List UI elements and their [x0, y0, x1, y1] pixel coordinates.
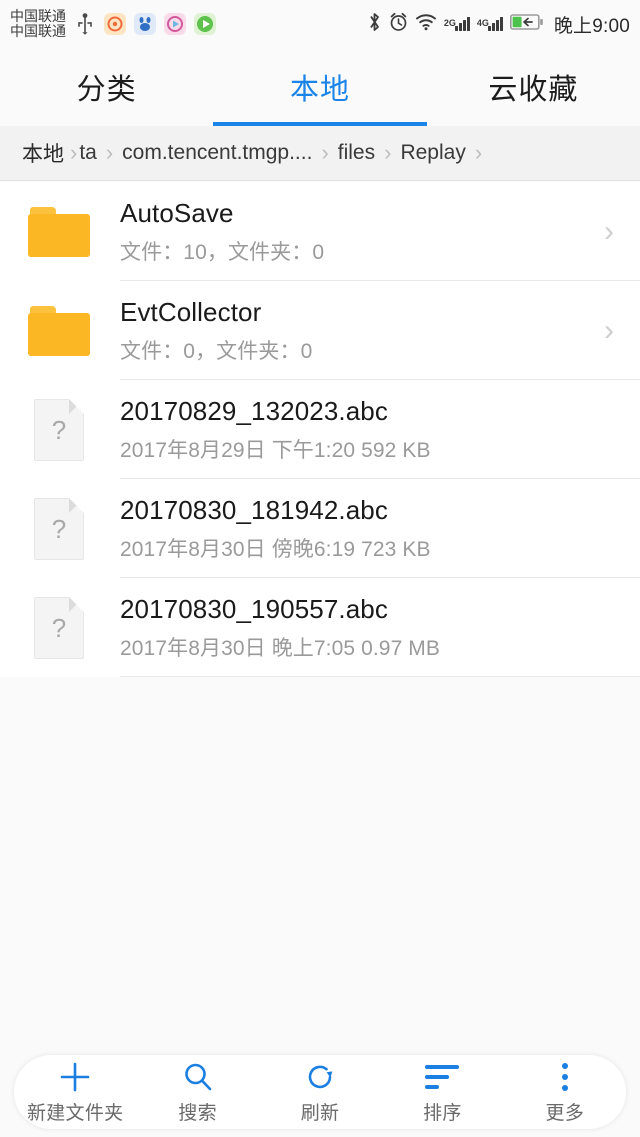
tab-local[interactable]: 本地 [213, 48, 427, 126]
sim1-network-label: 2G [443, 18, 456, 28]
item-name: 20170830_190557.abc [120, 593, 388, 624]
breadcrumb-item-4[interactable]: Replay [400, 141, 465, 165]
unknown-file-icon: ? [34, 497, 84, 560]
usb-icon [76, 13, 94, 35]
signal-sim1-icon: 2G [444, 17, 470, 31]
list-item[interactable]: ? 20170829_132023.abc 2017年8月29日 下午1:20 … [0, 380, 640, 479]
carrier-sim2: 中国联通 [10, 23, 66, 39]
chevron-right-icon[interactable]: › [604, 315, 618, 346]
item-name: 20170829_132023.abc [120, 395, 388, 426]
search-button[interactable]: 搜索 [136, 1055, 258, 1129]
folder-icon [28, 305, 90, 356]
refresh-label: 刷新 [300, 1102, 340, 1124]
folder-icon [28, 206, 90, 257]
item-name: AutoSave [120, 197, 234, 228]
sim2-network-label: 4G [476, 18, 489, 28]
unknown-file-icon: ? [34, 398, 84, 461]
refresh-button[interactable]: 刷新 [259, 1055, 381, 1129]
status-bar: 中国联通 中国联通 2G 4G 晚上9:00 [0, 0, 640, 48]
new-folder-label: 新建文件夹 [26, 1102, 124, 1124]
item-detail: 2017年8月30日 傍晚6:19 723 KB [120, 537, 431, 561]
list-item[interactable]: AutoSave 文件：10，文件夹：0 › [0, 182, 640, 281]
breadcrumb-item-2[interactable]: com.tencent.tmgp.... [122, 141, 312, 165]
refresh-icon [304, 1060, 336, 1094]
list-item[interactable]: EvtCollector 文件：0，文件夹：0 › [0, 281, 640, 380]
chevron-right-icon: › [105, 140, 114, 165]
status-bar-left: 中国联通 中国联通 [10, 7, 216, 39]
unknown-file-glyph: ? [51, 612, 67, 643]
battery-charging-icon [509, 13, 544, 36]
more-vertical-icon [561, 1060, 568, 1094]
tab-cloud-favorites-label: 云收藏 [488, 74, 579, 106]
carrier-sim1: 中国联通 [10, 7, 66, 24]
row-text: AutoSave 文件：10，文件夹：0 [92, 198, 604, 266]
item-name: 20170830_181942.abc [120, 494, 388, 525]
sort-button[interactable]: 排序 [381, 1055, 503, 1129]
file-manager-screen: 中国联通 中国联通 2G 4G 晚上9:00 分类 本地 云收藏 本地 › ta… [0, 0, 640, 1137]
chevron-right-icon: › [384, 140, 392, 165]
tab-categories[interactable]: 分类 [0, 48, 213, 126]
row-icon [26, 305, 92, 356]
baidu-notification-icon [134, 13, 156, 35]
status-bar-right: 2G 4G 晚上9:00 [367, 11, 630, 38]
chevron-right-icon: › [321, 140, 329, 165]
list-item[interactable]: ? 20170830_190557.abc 2017年8月30日 晚上7:05 … [0, 578, 640, 677]
tab-bar: 分类 本地 云收藏 [0, 48, 640, 126]
item-detail: 2017年8月29日 下午1:20 592 KB [120, 438, 431, 462]
item-name: EvtCollector [120, 296, 262, 327]
chevron-right-icon: › [474, 140, 483, 165]
row-icon: ? [26, 497, 92, 560]
tab-cloud-favorites[interactable]: 云收藏 [427, 48, 640, 126]
row-text: 20170830_190557.abc 2017年8月30日 晚上7:05 0.… [92, 594, 618, 662]
row-icon [26, 206, 92, 257]
row-icon: ? [26, 596, 92, 659]
signal-sim2-icon: 4G [477, 17, 503, 31]
breadcrumb-item-1[interactable]: ta [79, 141, 97, 165]
item-detail: 2017年8月30日 晚上7:05 0.97 MB [120, 636, 441, 660]
item-detail: 文件：0，文件夹：0 [120, 339, 313, 363]
sort-label: 排序 [423, 1102, 462, 1124]
search-icon [182, 1060, 214, 1094]
unknown-file-glyph: ? [51, 513, 67, 544]
plus-icon [58, 1060, 92, 1094]
notification-app-icons [104, 13, 216, 35]
wifi-icon [415, 13, 437, 36]
item-detail: 文件：10，文件夹：0 [120, 240, 325, 264]
new-folder-button[interactable]: 新建文件夹 [14, 1055, 136, 1129]
sort-icon [425, 1060, 460, 1094]
more-button[interactable]: 更多 [504, 1055, 626, 1129]
bluetooth-icon [367, 11, 382, 38]
chevron-right-icon: › [70, 140, 78, 165]
row-icon: ? [26, 398, 92, 461]
row-text: 20170830_181942.abc 2017年8月30日 傍晚6:19 72… [92, 495, 618, 563]
search-label: 搜索 [178, 1102, 217, 1124]
carrier-labels: 中国联通 中国联通 [10, 7, 66, 39]
tab-local-label: 本地 [289, 74, 350, 106]
tab-categories-label: 分类 [76, 74, 137, 106]
row-divider [120, 676, 640, 677]
bottom-toolbar: 新建文件夹 搜索 刷新 排序 更多 [14, 1055, 626, 1129]
file-list: AutoSave 文件：10，文件夹：0 › EvtCollector 文件：0… [0, 182, 640, 677]
alarm-icon [389, 12, 408, 37]
play-notification-icon [194, 13, 216, 35]
more-label: 更多 [545, 1102, 585, 1124]
row-text: EvtCollector 文件：0，文件夹：0 [92, 297, 604, 365]
list-item[interactable]: ? 20170830_181942.abc 2017年8月30日 傍晚6:19 … [0, 479, 640, 578]
weibo-notification-icon [104, 13, 126, 35]
breadcrumb-item-3[interactable]: files [338, 141, 375, 165]
breadcrumb: 本地 › ta › com.tencent.tmgp.... › files ›… [0, 126, 640, 181]
chevron-right-icon[interactable]: › [604, 216, 618, 247]
breadcrumb-item-0[interactable]: 本地 [22, 138, 64, 168]
row-text: 20170829_132023.abc 2017年8月29日 下午1:20 59… [92, 396, 618, 464]
unknown-file-glyph: ? [51, 414, 67, 445]
unknown-file-icon: ? [34, 596, 84, 659]
media-notification-icon [164, 13, 186, 35]
status-bar-clock: 晚上9:00 [553, 15, 630, 37]
